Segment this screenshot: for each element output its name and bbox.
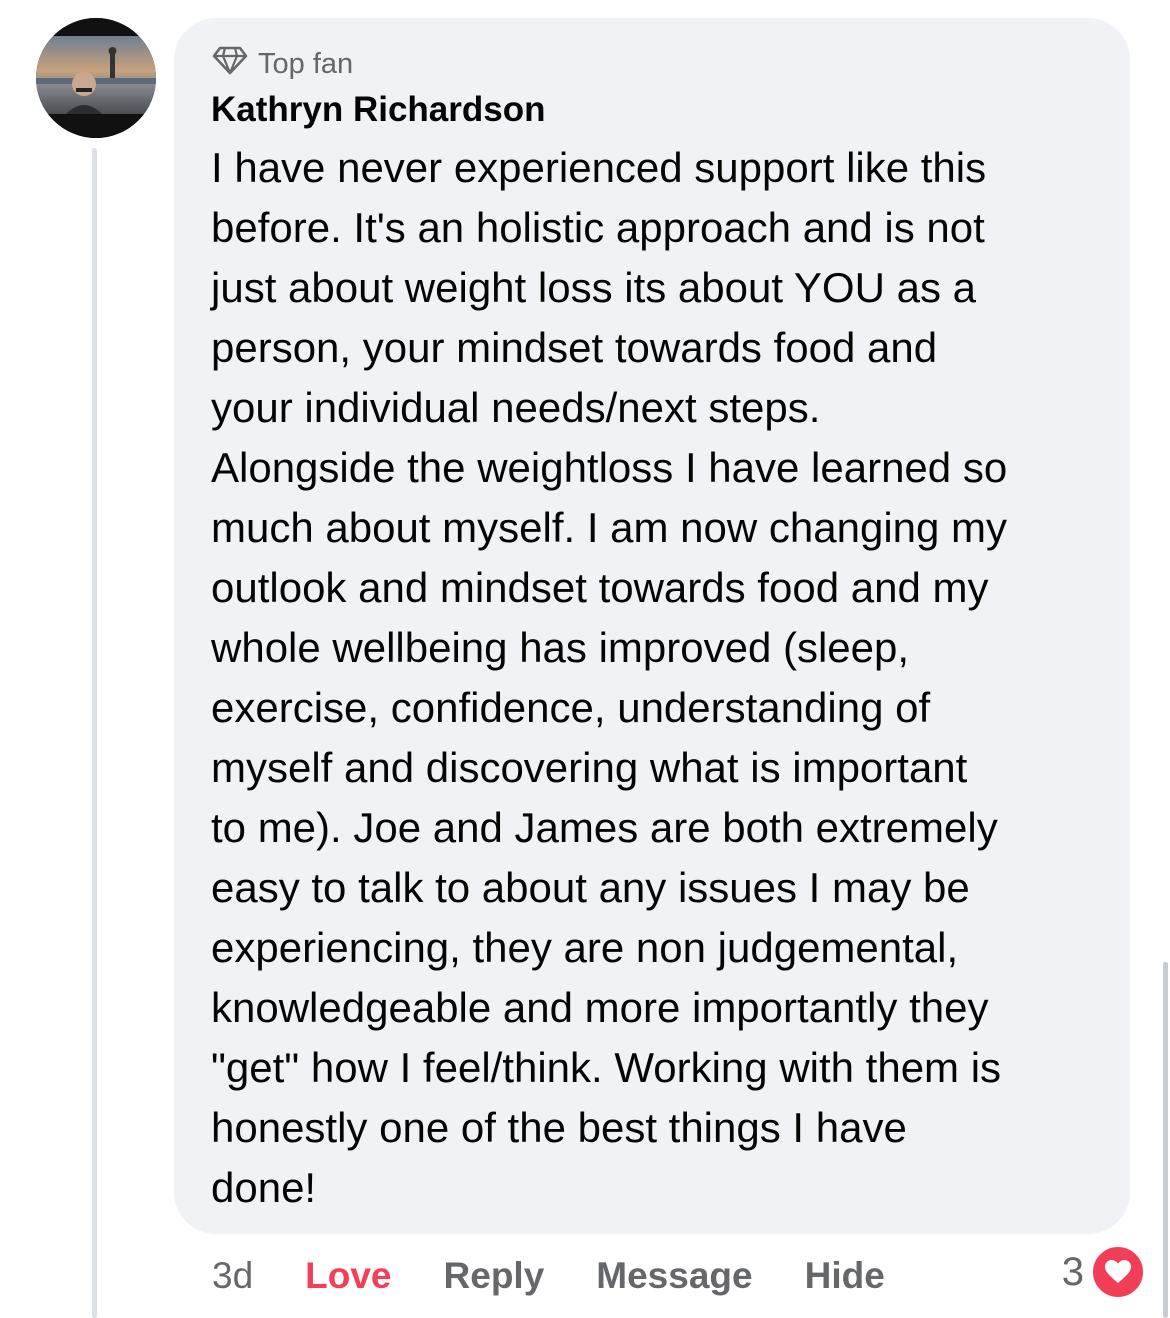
scrollbar[interactable] [1163, 962, 1168, 1318]
thread-line [92, 148, 97, 1318]
author-name[interactable]: Kathryn Richardson [211, 90, 546, 130]
avatar[interactable] [36, 18, 156, 138]
timestamp[interactable]: 3d [212, 1255, 253, 1297]
comment-bubble: Top fan Kathryn Richardson I have never … [174, 18, 1130, 1234]
reaction-count: 3 [1061, 1249, 1084, 1294]
diamond-icon [212, 45, 248, 83]
top-fan-badge: Top fan [212, 46, 353, 82]
reply-button[interactable]: Reply [444, 1255, 545, 1297]
comment-actions: 3d Love Reply Message Hide [212, 1252, 937, 1300]
heart-icon [1090, 1244, 1146, 1300]
badge-label: Top fan [258, 47, 354, 80]
love-button[interactable]: Love [305, 1255, 391, 1297]
comment-text: I have never experienced support like th… [211, 144, 1008, 1211]
message-button[interactable]: Message [596, 1255, 752, 1297]
reaction-summary[interactable]: 3 [1062, 1244, 1146, 1300]
hide-button[interactable]: Hide [805, 1255, 885, 1297]
